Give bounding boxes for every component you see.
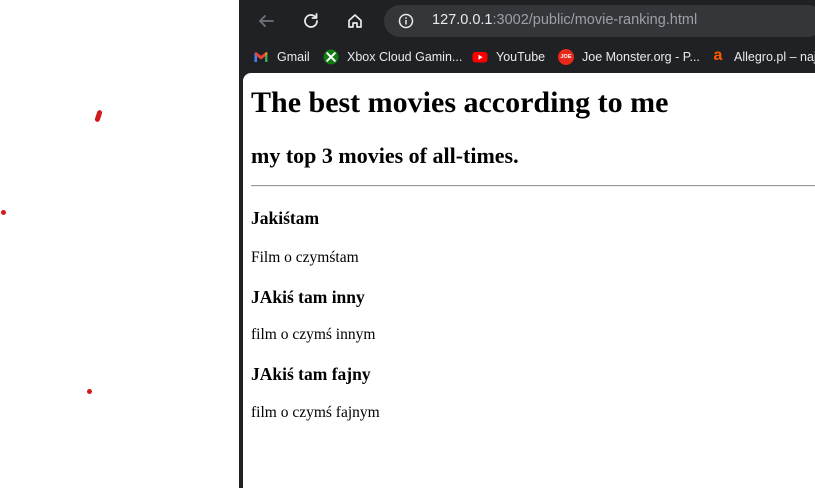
back-arrow-icon [259,15,274,27]
bookmark-allegro[interactable]: a Allegro.pl – naj [710,47,815,67]
page-title: The best movies according to me [251,86,669,119]
url-path: :3002/public/movie-ranking.html [492,12,698,28]
joe-monster-icon: JOE [558,49,574,65]
youtube-icon [472,52,488,63]
back-button[interactable] [251,6,281,36]
bookmark-gmail[interactable]: Gmail [253,47,310,67]
reload-button[interactable] [296,6,326,36]
red-dot [87,389,92,394]
reload-icon [304,13,318,28]
page-subtitle: my top 3 movies of all-times. [251,143,519,168]
bookmark-label: Allegro.pl – naj [734,50,815,64]
home-icon [348,14,362,28]
bookmark-label: YouTube [496,50,546,64]
movie-title: Jakiśtam [251,208,320,228]
movie-description: film o czymś innym [251,326,376,343]
bookmarks-bar: Gmail Xbox Cloud Gamin... YouTube JOE Jo… [239,42,815,72]
browser-toolbar: 127.0.0.1:3002/public/movie-ranking.html [239,0,815,42]
allegro-icon: a [713,47,723,64]
page-viewport: The best movies according to me my top 3… [243,73,815,488]
bookmark-label: Joe Monster.org - P... [582,50,700,64]
movie-title: JAkiś tam inny [251,287,365,307]
browser-window: 127.0.0.1:3002/public/movie-ranking.html… [239,0,815,488]
red-ink-stroke [94,109,103,123]
divider [251,185,815,187]
bookmark-youtube[interactable]: YouTube [472,47,545,67]
bookmark-label: Xbox Cloud Gamin... [347,50,463,64]
site-info-icon[interactable] [398,13,414,29]
red-dot [1,210,6,215]
movie-title: JAkiś tam fajny [251,364,371,384]
url-host: 127.0.0.1 [432,12,493,28]
address-bar[interactable]: 127.0.0.1:3002/public/movie-ranking.html [384,5,815,37]
movie-description: Film o czymśtam [251,249,359,266]
url-text[interactable]: 127.0.0.1:3002/public/movie-ranking.html [432,12,697,28]
bookmark-xbox-cloud-gaming[interactable]: Xbox Cloud Gamin... [323,47,462,67]
bookmark-label: Gmail [277,50,310,64]
gmail-icon [254,52,268,62]
movie-description: film o czymś fajnym [251,404,380,421]
home-button[interactable] [340,6,370,36]
xbox-icon [323,49,339,65]
bookmark-joe-monster[interactable]: JOE Joe Monster.org - P... [558,47,700,67]
